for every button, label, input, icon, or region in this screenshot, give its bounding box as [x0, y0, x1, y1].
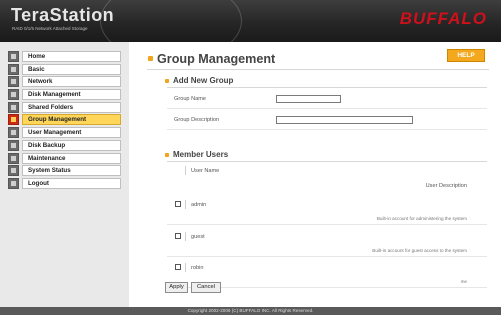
- app-window: TeraStation RAID 0/1/5 Network Attached …: [0, 0, 501, 315]
- apply-button[interactable]: Apply: [165, 282, 188, 293]
- section-bullet-icon: [165, 153, 169, 157]
- user-name-cell: robin: [191, 265, 204, 271]
- sidebar-item-logout[interactable]: Logout: [8, 177, 121, 189]
- sidebar-item-label: Network: [22, 76, 121, 88]
- row-divider: [167, 108, 487, 109]
- member-users-section-title: Member Users: [173, 150, 229, 159]
- user-icon: [8, 127, 19, 139]
- sidebar-item-label: Home: [22, 51, 121, 62]
- group-name-input[interactable]: [276, 95, 341, 103]
- page-title: Group Management: [157, 52, 276, 66]
- brand-name: TeraStation: [11, 5, 115, 25]
- user-description-cell: Built-in account for guest access to the…: [372, 248, 467, 253]
- sidebar-item-disk-management[interactable]: Disk Management: [8, 89, 121, 101]
- group-icon: [8, 114, 19, 126]
- sidebar-item-label: Group Management: [22, 114, 121, 126]
- group-description-label: Group Description: [174, 117, 220, 123]
- add-group-divider: [167, 87, 487, 88]
- user-select-checkbox[interactable]: [175, 201, 181, 207]
- column-separator: [185, 263, 186, 272]
- row-divider: [167, 129, 487, 130]
- user-select-checkbox[interactable]: [175, 264, 181, 270]
- sidebar-item-label: Disk Backup: [22, 139, 121, 151]
- column-separator: [185, 200, 186, 209]
- cancel-button[interactable]: Cancel: [191, 282, 221, 293]
- user-name-cell: admin: [191, 202, 207, 208]
- sidebar-item-user-management[interactable]: User Management: [8, 127, 121, 139]
- network-icon: [8, 76, 19, 88]
- sidebar-item-label: Shared Folders: [22, 101, 121, 113]
- sidebar-item-home[interactable]: Home: [8, 51, 121, 62]
- sidebar-item-basic[interactable]: Basic: [8, 63, 121, 75]
- footer-bar: Copyright 2002-2006 (C) BUFFALO INC. All…: [0, 307, 501, 315]
- basic-icon: [8, 63, 19, 75]
- status-icon: [8, 165, 19, 177]
- user-name-cell: guest: [191, 234, 205, 240]
- copyright-text: Copyright 2002-2006 (C) BUFFALO INC. All…: [187, 308, 314, 313]
- title-bullet-icon: [148, 56, 153, 61]
- sidebar-item-disk-backup[interactable]: Disk Backup: [8, 139, 121, 151]
- sidebar-item-label: Maintenance: [22, 152, 121, 164]
- sidebar-item-system-status[interactable]: System Status: [8, 165, 121, 177]
- user-description-cell: Built-in account for administering the s…: [376, 216, 467, 221]
- user-description-column-header: User Description: [425, 183, 467, 189]
- group-name-label: Group Name: [174, 96, 207, 102]
- sidebar-item-group-management[interactable]: Group Management: [8, 114, 121, 126]
- sidebar-item-label: Basic: [22, 63, 121, 75]
- member-users-divider: [167, 161, 487, 162]
- user-name-column-header: User Name: [191, 168, 220, 174]
- group-description-input[interactable]: [276, 116, 413, 124]
- brand-subtitle: RAID 0/1/5 Network Attached Storage: [12, 26, 88, 31]
- title-divider: [147, 69, 489, 70]
- row-divider: [167, 224, 487, 225]
- sidebar-item-label: User Management: [22, 127, 121, 139]
- sidebar-item-shared-folders[interactable]: Shared Folders: [8, 101, 121, 113]
- row-divider: [167, 256, 487, 257]
- folder-icon: [8, 101, 19, 113]
- sidebar-item-label: Logout: [22, 177, 121, 189]
- add-group-section-title: Add New Group: [173, 76, 234, 85]
- column-separator: [185, 232, 186, 241]
- sidebar-item-label: Disk Management: [22, 89, 121, 101]
- sidebar-nav: Home Basic Network Disk Management Shared Fo…: [8, 51, 121, 191]
- backup-icon: [8, 139, 19, 151]
- user-description-cell: me: [460, 279, 467, 284]
- header-bar: TeraStation RAID 0/1/5 Network Attached …: [0, 0, 501, 62]
- disk-icon: [8, 89, 19, 101]
- home-icon: [8, 51, 19, 62]
- sidebar-item-maintenance[interactable]: Maintenance: [8, 152, 121, 164]
- user-select-checkbox[interactable]: [175, 233, 181, 239]
- main-content: Group Management HELP Add New Group Grou…: [129, 42, 501, 307]
- column-separator: [185, 166, 186, 175]
- sidebar: Home Basic Network Disk Management Shared Fo…: [0, 42, 129, 307]
- help-button[interactable]: HELP: [447, 49, 485, 62]
- buffalo-logo: BUFFALO: [399, 9, 487, 28]
- sidebar-item-network[interactable]: Network: [8, 76, 121, 88]
- maintenance-icon: [8, 152, 19, 164]
- sidebar-item-label: System Status: [22, 165, 121, 177]
- section-bullet-icon: [165, 79, 169, 83]
- logout-icon: [8, 177, 19, 189]
